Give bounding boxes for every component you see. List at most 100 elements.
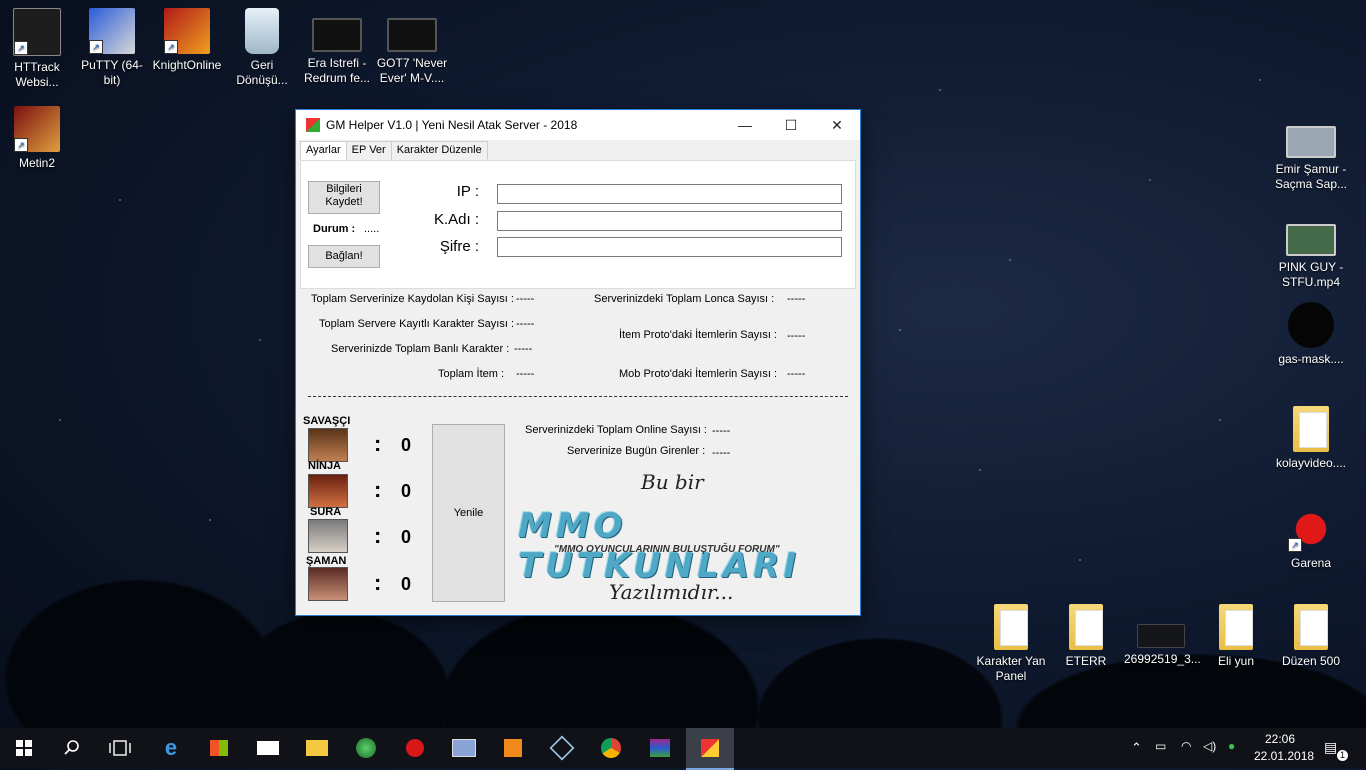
desktop-icon-metin2[interactable]: ↗ Metin2: [0, 106, 74, 171]
sync-icon[interactable]: ●: [1228, 739, 1235, 753]
online-value: -----: [712, 425, 731, 437]
class-colon: :: [374, 570, 382, 595]
taskbar-chrome[interactable]: [587, 728, 635, 768]
desktop-icon-putty[interactable]: ↗ PuTTY (64-bit): [75, 8, 149, 88]
desktop-icon-got7[interactable]: GOT7 'Never Ever' M-V....: [375, 8, 449, 86]
taskbar: e ⌃ ▭ ◠ ◁) ● 22:06 22.01.2018 ▤ 1: [0, 728, 1366, 770]
online-label: Serverinizdeki Toplam Online Sayısı :: [525, 424, 707, 436]
gas-mask-icon: [1288, 302, 1334, 348]
logo-outro-text: Yazılımıdır...: [609, 580, 734, 604]
desktop-icon-garena[interactable]: ↗ Garena: [1274, 506, 1348, 571]
desktop-icon-knightonline[interactable]: ↗ KnightOnline: [150, 8, 224, 73]
connect-button[interactable]: Bağlan!: [308, 245, 380, 268]
minimize-button[interactable]: —: [722, 110, 768, 140]
taskbar-gm-helper-active[interactable]: [686, 728, 734, 770]
wifi-icon[interactable]: ◠: [1181, 739, 1191, 753]
ninja-count: 0: [401, 481, 412, 501]
clock-date[interactable]: 22.01.2018: [1254, 749, 1314, 763]
status-value: .....: [364, 223, 380, 235]
class-name-saman: ŞAMAN: [306, 555, 347, 567]
guilds-value: -----: [787, 293, 806, 305]
class-name-ninja: NİNJA: [308, 460, 342, 472]
taskbar-winrar[interactable]: [636, 728, 684, 768]
desktop-icon-httrack[interactable]: ↗ HTTrack Websi...: [0, 8, 74, 90]
clock-time[interactable]: 22:06: [1265, 732, 1295, 746]
httrack-icon: ↗: [13, 8, 61, 56]
tab-ayarlar[interactable]: Ayarlar: [300, 141, 347, 161]
volume-icon[interactable]: ◁): [1203, 739, 1216, 753]
folder-icon: [1294, 604, 1328, 650]
taskbar-internet-download-manager[interactable]: [342, 728, 390, 768]
desktop-icon-pink-guy[interactable]: PINK GUY - STFU.mp4: [1274, 220, 1348, 290]
desktop-icon-eterr[interactable]: ETERR: [1049, 604, 1123, 669]
savasci-count: 0: [401, 435, 412, 455]
class-colon: :: [374, 523, 382, 548]
item-proto-label: İtem Proto'daki İtemlerin Sayısı :: [619, 329, 777, 341]
search-icon: [64, 740, 79, 755]
video-file-icon: [312, 18, 362, 52]
desktop-icon-duzen-500[interactable]: Düzen 500: [1274, 604, 1348, 669]
ip-input[interactable]: [497, 184, 842, 204]
class-colon: :: [374, 477, 382, 502]
registered-users-label: Toplam Serverinize Kaydolan Kişi Sayısı …: [311, 293, 514, 305]
save-info-button[interactable]: Bilgileri Kaydet!: [308, 181, 380, 214]
ip-label: IP :: [456, 183, 479, 200]
desktop-icon-26992519[interactable]: 26992519_3...: [1124, 604, 1201, 667]
edge-icon: e: [164, 735, 178, 760]
monitor-icon: [452, 739, 476, 757]
today-value: -----: [712, 447, 731, 459]
notification-count: 1: [1337, 750, 1348, 761]
password-input[interactable]: [497, 237, 842, 257]
video-file-icon: [1286, 224, 1336, 256]
window-title: GM Helper V1.0 | Yeni Nesil Atak Server …: [326, 118, 578, 132]
taskbar-media-player[interactable]: [489, 728, 537, 768]
desktop-icon-karakter-yan-panel[interactable]: Karakter Yan Panel: [974, 604, 1048, 684]
desktop-icon-eli-yun[interactable]: Eli yun: [1199, 604, 1273, 669]
battery-icon[interactable]: ▭: [1155, 739, 1166, 753]
password-label: Şifre :: [439, 238, 479, 255]
taskbar-store[interactable]: [195, 728, 243, 768]
taskbar-garena[interactable]: [391, 728, 439, 768]
saman-count: 0: [401, 574, 412, 594]
settings-panel: Bilgileri Kaydet! Durum : ..... Bağlan! …: [300, 160, 856, 289]
knightonline-icon: ↗: [164, 8, 210, 54]
search-button[interactable]: [48, 728, 96, 768]
taskbar-mail[interactable]: [244, 728, 292, 768]
username-input[interactable]: [497, 211, 842, 231]
characters-label: Toplam Servere Kayıtlı Karakter Sayısı :: [319, 318, 515, 330]
banned-value: -----: [514, 343, 533, 355]
ninja-portrait: [308, 474, 348, 508]
garena-icon: [406, 739, 424, 757]
play-icon: [504, 739, 522, 757]
maximize-button[interactable]: ☐: [768, 110, 814, 140]
desktop-icon-emir-samur[interactable]: Emir Şamur - Saçma Sap...: [1274, 120, 1348, 192]
taskbar-edge[interactable]: e: [147, 728, 195, 768]
folder-icon: [306, 740, 328, 756]
notification-icon[interactable]: ▤: [1324, 739, 1337, 756]
status-label: Durum :: [313, 223, 356, 235]
taskbar-app-monitor[interactable]: [440, 728, 488, 768]
cube-icon: [549, 735, 575, 761]
start-button[interactable]: [0, 728, 48, 768]
sura-count: 0: [401, 527, 412, 547]
folder-icon: [1069, 604, 1103, 650]
class-name-sura: SURA: [310, 506, 342, 518]
logo-tagline: "MMO OYUNCULARININ BULUŞTUĞU FORUM": [554, 544, 780, 555]
desktop-icon-gas-mask[interactable]: gas-mask....: [1274, 302, 1348, 367]
refresh-button[interactable]: Yenile: [432, 424, 505, 602]
folder-icon: [1219, 604, 1253, 650]
desktop-icon-kolayvideo[interactable]: kolayvideo....: [1274, 406, 1348, 471]
close-button[interactable]: ✕: [814, 110, 860, 140]
desktop-icon-recycle-bin[interactable]: Geri Dönüşü...: [225, 8, 299, 88]
class-name-savasci: SAVAŞÇI: [303, 415, 351, 427]
tab-ep-ver[interactable]: EP Ver: [345, 141, 392, 161]
image-file-icon: [1137, 624, 1185, 648]
chevron-up-icon[interactable]: ⌃: [1131, 740, 1142, 756]
windows-icon: [16, 740, 32, 756]
taskbar-file-explorer[interactable]: [293, 728, 341, 768]
desktop-icon-era-istrefi[interactable]: Era Istrefi - Redrum fe...: [300, 8, 374, 86]
tab-karakter-duzenle[interactable]: Karakter Düzenle: [390, 141, 488, 161]
task-view-button[interactable]: [96, 728, 144, 768]
title-bar[interactable]: GM Helper V1.0 | Yeni Nesil Atak Server …: [296, 110, 860, 140]
taskbar-virtualbox[interactable]: [538, 728, 586, 768]
